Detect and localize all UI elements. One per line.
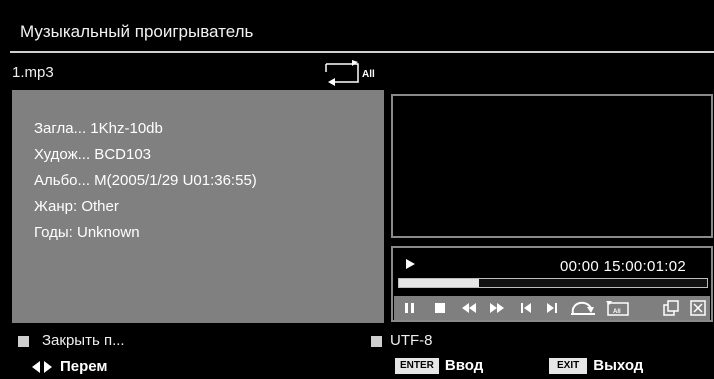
- close-option-checkbox[interactable]: [18, 336, 29, 347]
- repeat-mode-indicator: All: [322, 60, 388, 88]
- previous-button[interactable]: [514, 296, 538, 320]
- left-right-arrows-icon: [32, 360, 52, 373]
- info-album: Альбо... M(2005/1/29 U01:36:55): [34, 172, 257, 189]
- file-name: 1.mp3: [12, 64, 54, 81]
- control-strip: All: [394, 296, 710, 320]
- info-title: Загла... 1Khz-10db: [34, 120, 163, 137]
- repeat-all-icon: All: [325, 60, 375, 86]
- repeat-icon: [571, 301, 595, 315]
- window-title: Музыкальный проигрыватель: [20, 22, 254, 41]
- repeat-all-icon: All: [606, 301, 629, 316]
- repeat-all-button-label: All: [613, 309, 621, 315]
- pause-button[interactable]: [398, 296, 422, 320]
- visualization-area: [391, 94, 713, 238]
- playlist-button[interactable]: [660, 296, 682, 320]
- enter-key-icon: ENTER: [395, 357, 439, 374]
- skip-next-icon: [547, 303, 557, 313]
- repeat-mode-label: All: [362, 69, 375, 80]
- title-divider: [10, 51, 714, 53]
- next-button[interactable]: [540, 296, 564, 320]
- close-player-button[interactable]: [688, 296, 708, 320]
- exit-key-icon: EXIT: [549, 357, 588, 374]
- info-year: Годы: Unknown: [34, 224, 140, 241]
- fast-forward-button[interactable]: [484, 296, 510, 320]
- fast-forward-icon: [490, 303, 504, 313]
- track-info-panel: Загла... 1Khz-10db Худож... BCD103 Альбо…: [12, 90, 384, 323]
- playlist-icon: [663, 300, 679, 316]
- close-icon: [690, 300, 706, 316]
- play-state-icon: [406, 257, 416, 272]
- navigate-hint-label: Перем: [60, 358, 108, 375]
- stop-button[interactable]: [428, 296, 452, 320]
- info-artist: Худож... BCD103: [34, 146, 152, 163]
- rewind-icon: [462, 303, 476, 313]
- exit-hint-label: Выход: [593, 357, 644, 374]
- encoding-label: UTF-8: [390, 332, 433, 349]
- progress-fill: [399, 279, 480, 287]
- pause-icon: [405, 303, 414, 313]
- navigate-hint: Перем: [32, 358, 108, 375]
- close-option-label: Закрыть п...: [42, 332, 125, 349]
- repeat-all-button[interactable]: All: [602, 296, 634, 320]
- enter-hint: ENTER Ввод: [395, 357, 483, 374]
- stop-icon: [435, 303, 445, 313]
- time-readout: 00:00 15:00:01:02: [560, 258, 687, 275]
- progress-bar[interactable]: [398, 278, 708, 288]
- encoding-checkbox[interactable]: [371, 336, 382, 347]
- rewind-button[interactable]: [456, 296, 482, 320]
- skip-previous-icon: [521, 303, 531, 313]
- exit-hint: EXIT Выход: [549, 357, 643, 374]
- repeat-button[interactable]: [568, 296, 598, 320]
- enter-hint-label: Ввод: [444, 357, 484, 374]
- info-genre: Жанр: Other: [34, 198, 119, 215]
